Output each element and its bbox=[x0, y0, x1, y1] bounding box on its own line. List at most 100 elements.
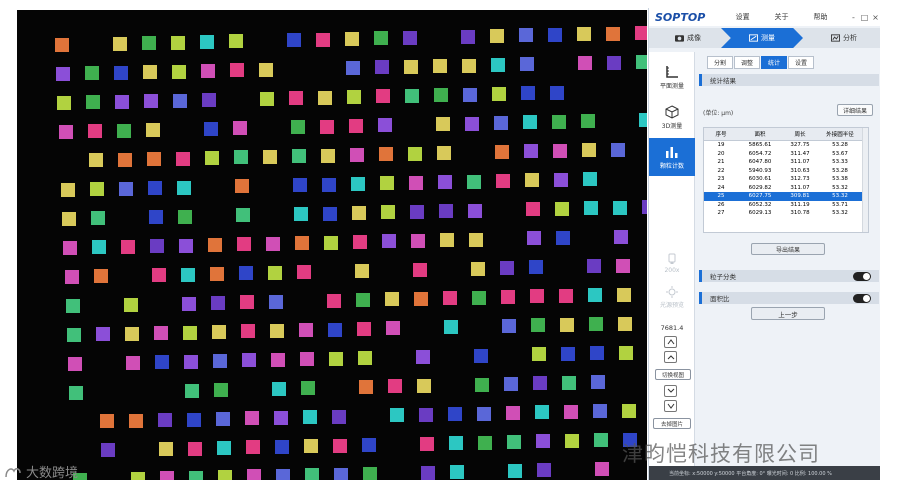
cell-id: 22 bbox=[717, 167, 725, 174]
tab-adjust[interactable]: 调整 bbox=[734, 56, 760, 69]
tool-plane-measure[interactable]: 平面测量 bbox=[649, 58, 695, 96]
particle bbox=[235, 179, 249, 193]
particle bbox=[578, 56, 592, 70]
particle bbox=[521, 86, 535, 100]
particle bbox=[316, 33, 330, 47]
table-row[interactable]: 25 6027.75 309.81 53.32 bbox=[704, 192, 868, 201]
menu-about[interactable]: 关于 bbox=[764, 12, 799, 22]
particle bbox=[291, 120, 305, 134]
particle bbox=[323, 207, 337, 221]
table-row[interactable]: 19 5865.61 327.75 53.28 bbox=[704, 141, 868, 150]
particle bbox=[345, 32, 359, 46]
particle bbox=[408, 147, 422, 161]
particle bbox=[100, 414, 114, 428]
tab-settings[interactable]: 设置 bbox=[788, 56, 814, 69]
particle bbox=[496, 174, 510, 188]
table-row[interactable]: 20 6054.72 311.47 53.67 bbox=[704, 150, 868, 159]
tool-3d-measure[interactable]: 3D测量 bbox=[649, 98, 695, 136]
area-ratio-toggle[interactable] bbox=[853, 294, 871, 303]
maximize-button[interactable]: □ bbox=[859, 13, 870, 22]
particle bbox=[413, 263, 427, 277]
remove-image-button[interactable]: 去掉图片 bbox=[653, 418, 691, 429]
particle bbox=[115, 95, 129, 109]
analysis-icon bbox=[831, 34, 840, 42]
particle bbox=[149, 210, 163, 224]
col-area[interactable]: 面积 bbox=[738, 130, 782, 138]
particle-classify-toggle[interactable] bbox=[853, 272, 871, 281]
caret-down-icon bbox=[667, 388, 674, 393]
detail-results-button[interactable]: 详细结果 bbox=[837, 104, 873, 116]
export-results-button[interactable]: 导出结果 bbox=[751, 243, 825, 255]
microscope-viewport[interactable] bbox=[17, 10, 647, 480]
col-id[interactable]: 序号 bbox=[704, 130, 738, 138]
table-row[interactable]: 23 6030.61 312.73 53.38 bbox=[704, 175, 868, 184]
particle bbox=[419, 408, 433, 422]
close-button[interactable]: × bbox=[870, 13, 880, 22]
particle bbox=[148, 181, 162, 195]
particle bbox=[537, 463, 551, 477]
particle bbox=[548, 28, 562, 42]
particle bbox=[328, 323, 342, 337]
zoom-up-button[interactable] bbox=[664, 336, 677, 348]
previous-step-button[interactable]: 上一步 bbox=[751, 307, 825, 320]
cell-radius: 53.32 bbox=[832, 193, 848, 200]
particle bbox=[230, 63, 244, 77]
particle bbox=[121, 240, 135, 254]
step-imaging[interactable]: 成像 bbox=[651, 28, 725, 48]
particle bbox=[289, 91, 303, 105]
particle bbox=[245, 411, 259, 425]
tool-plane-measure-label: 平面测量 bbox=[659, 82, 684, 90]
step-measure[interactable]: 测量 bbox=[721, 28, 803, 48]
particle bbox=[390, 408, 404, 422]
menu-settings[interactable]: 设置 bbox=[725, 12, 760, 22]
table-row[interactable]: 21 6047.80 311.07 53.33 bbox=[704, 158, 868, 167]
stats-section-header[interactable]: 统计结果 bbox=[699, 74, 879, 86]
particle bbox=[519, 28, 533, 42]
zoom-down-small-button[interactable] bbox=[664, 385, 677, 397]
step-analysis[interactable]: 分析 bbox=[809, 28, 879, 48]
tab-segment[interactable]: 分割 bbox=[707, 56, 733, 69]
particle bbox=[386, 321, 400, 335]
col-perimeter[interactable]: 周长 bbox=[782, 130, 818, 138]
particle bbox=[606, 27, 620, 41]
table-row[interactable]: 22 5940.93 310.63 53.28 bbox=[704, 167, 868, 176]
tool-particle-count[interactable]: 颗粒计数 bbox=[649, 138, 695, 176]
zoom-down-button[interactable] bbox=[664, 400, 677, 412]
particle bbox=[385, 292, 399, 306]
table-row[interactable]: 27 6029.13 310.78 53.32 bbox=[704, 209, 868, 218]
workflow-steps: 成像 测量 分析 bbox=[649, 28, 880, 48]
particle bbox=[234, 150, 248, 164]
table-scrollbar[interactable] bbox=[862, 128, 868, 232]
particle bbox=[611, 143, 625, 157]
menu-help[interactable]: 帮助 bbox=[803, 12, 838, 22]
step-analysis-label: 分析 bbox=[843, 34, 857, 42]
particle bbox=[126, 356, 140, 370]
particle bbox=[355, 264, 369, 278]
particle bbox=[56, 67, 70, 81]
table-row[interactable]: 24 6029.82 311.07 53.32 bbox=[704, 184, 868, 193]
tab-statistics[interactable]: 统计 bbox=[761, 56, 787, 69]
zoom-up-small-button[interactable] bbox=[664, 351, 677, 363]
particle bbox=[300, 352, 314, 366]
status-bar: 当前坐标: x:50000 y:50000 平台角度: 0° 曝光时间: 0 比… bbox=[649, 466, 880, 480]
particle bbox=[405, 89, 419, 103]
cell-area: 6030.61 bbox=[748, 176, 772, 183]
table-row[interactable]: 26 6052.32 311.19 53.71 bbox=[704, 201, 868, 210]
particle bbox=[329, 352, 343, 366]
results-table[interactable]: 序号 面积 周长 外接圆半径 19 5865.61 327.75 53.28 20 605… bbox=[703, 127, 869, 233]
particle bbox=[363, 467, 377, 480]
particle bbox=[59, 125, 73, 139]
particle bbox=[468, 204, 482, 218]
cell-perimeter: 310.63 bbox=[790, 167, 810, 174]
minimize-button[interactable]: - bbox=[848, 13, 859, 22]
particle bbox=[334, 468, 348, 480]
switch-view-button[interactable]: 切换视图 bbox=[655, 369, 691, 380]
col-radius[interactable]: 外接圆半径 bbox=[818, 130, 862, 138]
cell-radius: 53.38 bbox=[832, 176, 848, 183]
cell-perimeter: 311.19 bbox=[790, 201, 810, 208]
particle bbox=[410, 205, 424, 219]
particle bbox=[318, 91, 332, 105]
particle bbox=[154, 326, 168, 340]
particle bbox=[502, 319, 516, 333]
particle bbox=[565, 434, 579, 448]
